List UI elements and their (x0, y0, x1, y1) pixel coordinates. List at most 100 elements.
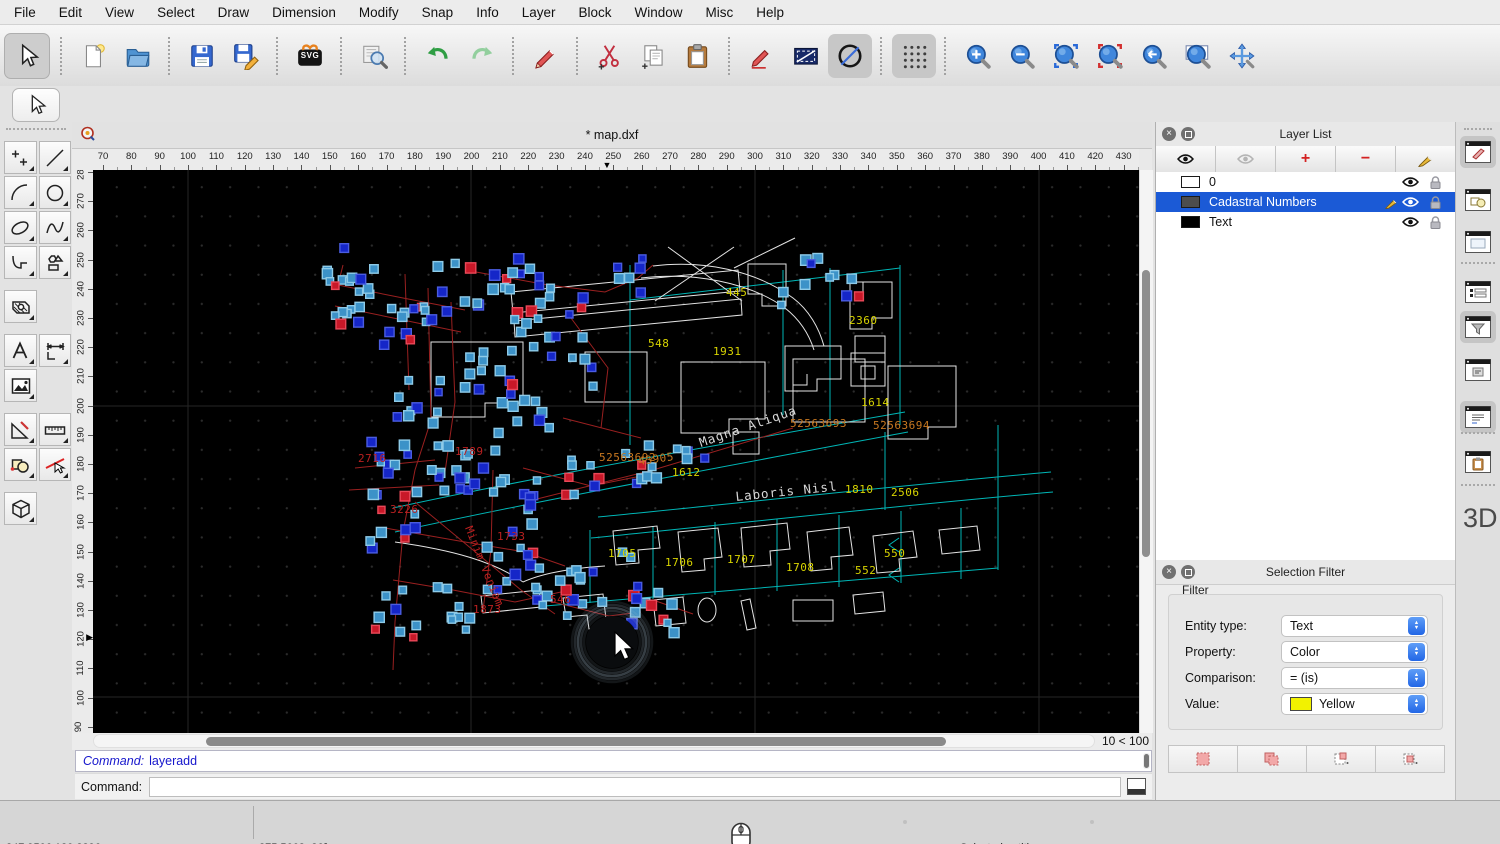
hide-all-layers-button[interactable] (1216, 146, 1276, 172)
save-button[interactable] (180, 34, 224, 78)
modify-tool-button[interactable] (4, 413, 37, 446)
edit-pencil-button[interactable] (524, 34, 568, 78)
shapes-tool-button[interactable] (38, 246, 71, 279)
dock-clipboard-icon[interactable] (1464, 450, 1492, 474)
layer-visibility-eye-icon[interactable] (1402, 176, 1419, 188)
layer-row-text[interactable]: Text (1156, 212, 1455, 232)
dock-command-options-icon[interactable] (1464, 358, 1492, 382)
arc-tool-button[interactable] (4, 176, 37, 209)
selection-pointer-button[interactable] (12, 88, 60, 122)
selection-filter-close-button[interactable]: × (1162, 565, 1176, 579)
menu-modify[interactable]: Modify (359, 5, 399, 20)
menu-edit[interactable]: Edit (59, 5, 82, 20)
menu-layer[interactable]: Layer (522, 5, 556, 20)
selection-display-button[interactable] (784, 34, 828, 78)
layer-row-cadastral-numbers[interactable]: Cadastral Numbers (1156, 192, 1455, 212)
select-red-tool-button[interactable] (38, 448, 71, 481)
layer-row-0[interactable]: 0 (1156, 172, 1455, 192)
value-select[interactable]: Yellow ▲ ▼ (1281, 693, 1428, 715)
vertical-scroll-thumb[interactable] (1142, 270, 1150, 557)
layer-lock-icon[interactable] (1430, 215, 1441, 229)
grid-button[interactable] (892, 33, 936, 78)
layer-list-close-button[interactable]: × (1162, 127, 1176, 141)
hatch-tool-button[interactable] (4, 290, 37, 323)
horizontal-scroll-thumb[interactable] (206, 737, 946, 746)
zoom-window-button[interactable] (1176, 34, 1220, 78)
menu-help[interactable]: Help (756, 5, 784, 20)
pointer-button[interactable] (4, 32, 50, 79)
ellipse-tool-button[interactable] (4, 211, 37, 244)
points-tool-button[interactable] (4, 141, 37, 174)
cut-button[interactable] (588, 34, 632, 78)
menu-block[interactable]: Block (579, 5, 612, 20)
svg-export-button[interactable]: SVG (288, 34, 332, 78)
dimension-tool-button[interactable] (38, 334, 71, 367)
dock-library-browser-icon[interactable] (1464, 230, 1492, 254)
zoom-selection-button[interactable] (1088, 34, 1132, 78)
print-preview-button[interactable] (352, 34, 396, 78)
draw-pencil-button[interactable] (740, 34, 784, 78)
zoom-in-button[interactable] (956, 34, 1000, 78)
command-input[interactable] (149, 776, 1121, 797)
dock-selection-filter-icon[interactable] (1464, 315, 1492, 339)
history-scrollbar[interactable] (1143, 753, 1150, 769)
paste-button[interactable] (676, 34, 720, 78)
comparison-select[interactable]: = (is) ▲ ▼ (1281, 667, 1428, 689)
menu-snap[interactable]: Snap (422, 5, 454, 20)
restrict-off-button[interactable] (828, 33, 872, 78)
undo-button[interactable] (416, 34, 460, 78)
command-options-icon[interactable] (1127, 778, 1146, 795)
circle-tool-button[interactable] (38, 176, 71, 209)
canvas-horizontal-scrollbar[interactable] (93, 734, 1095, 748)
line-tool-button[interactable] (38, 141, 71, 174)
save-as-button[interactable] (224, 34, 268, 78)
menu-file[interactable]: File (14, 5, 36, 20)
redo-button[interactable] (460, 34, 504, 78)
polyline-tool-button[interactable] (4, 246, 37, 279)
menu-info[interactable]: Info (476, 5, 499, 20)
layer-lock-icon[interactable] (1430, 175, 1441, 189)
zoom-pan-button[interactable] (1220, 34, 1264, 78)
layer-visibility-eye-icon[interactable] (1402, 216, 1419, 228)
edit-layer-button[interactable] (1396, 146, 1455, 172)
spline-tool-button[interactable] (38, 211, 71, 244)
dock-layer-list-icon[interactable] (1464, 140, 1492, 164)
select-matching-button[interactable] (1168, 745, 1238, 773)
menu-draw[interactable]: Draw (218, 5, 250, 20)
measure-tool-button[interactable] (38, 413, 71, 446)
layer-lock-icon[interactable] (1430, 195, 1441, 209)
text-tool-button[interactable] (4, 334, 37, 367)
3d-panel-label[interactable]: 3D (1463, 503, 1498, 534)
show-all-layers-button[interactable] (1156, 146, 1216, 172)
layer-visibility-eye-icon[interactable] (1402, 196, 1419, 208)
layer-edit-pencil-icon[interactable] (1385, 196, 1398, 209)
remove-from-selection-button[interactable] (1306, 745, 1376, 773)
palette-drag-handle[interactable] (6, 128, 66, 136)
layer-list-float-button[interactable] (1181, 127, 1195, 141)
add-to-selection-button[interactable] (1237, 745, 1307, 773)
selection-filter-float-button[interactable] (1181, 565, 1195, 579)
dock-property-editor-icon[interactable] (1464, 280, 1492, 304)
menu-window[interactable]: Window (635, 5, 683, 20)
add-layer-button[interactable]: + (1276, 146, 1336, 172)
canvas-vertical-scrollbar[interactable] (1139, 170, 1153, 733)
open-button[interactable] (116, 34, 160, 78)
new-file-button[interactable] (72, 34, 116, 78)
dock-command-line-icon[interactable] (1464, 405, 1492, 429)
intersect-selection-button[interactable] (1375, 745, 1445, 773)
menu-dimension[interactable]: Dimension (272, 5, 336, 20)
menu-misc[interactable]: Misc (706, 5, 734, 20)
menu-view[interactable]: View (105, 5, 134, 20)
copy-button[interactable] (632, 34, 676, 78)
block-tool-button[interactable] (4, 448, 37, 481)
drawing-canvas[interactable]: 445 2360 548 1931 1614 1612 1810 2506 1705 1706 17… (93, 170, 1139, 733)
property-select[interactable]: Color ▲ ▼ (1281, 641, 1428, 663)
remove-layer-button[interactable]: − (1336, 146, 1396, 172)
dock-block-list-icon[interactable] (1464, 188, 1492, 212)
zoom-out-button[interactable] (1000, 34, 1044, 78)
entity-type-select[interactable]: Text ▲ ▼ (1281, 615, 1428, 637)
zoom-auto-button[interactable] (1044, 34, 1088, 78)
zoom-previous-button[interactable] (1132, 34, 1176, 78)
menu-select[interactable]: Select (157, 5, 195, 20)
box3d-tool-button[interactable] (4, 492, 37, 525)
